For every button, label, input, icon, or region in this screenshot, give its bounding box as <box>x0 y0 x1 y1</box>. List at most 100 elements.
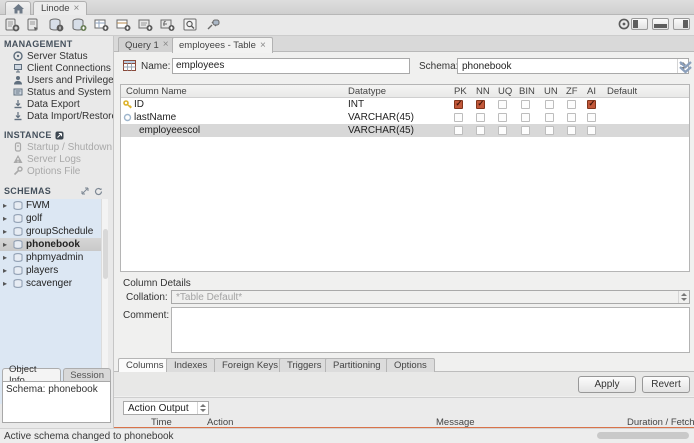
close-icon[interactable]: × <box>260 40 266 51</box>
header-zf[interactable]: ZF <box>566 86 578 97</box>
sidebar-item-users-privileges[interactable]: Users and Privileges <box>0 74 113 86</box>
sidebar-item-data-import[interactable]: Data Import/Restore <box>0 110 113 122</box>
status-indicator <box>618 18 630 30</box>
checkbox-uq[interactable] <box>498 126 507 135</box>
checkbox-un[interactable] <box>545 126 554 135</box>
sidebar-item-options-file[interactable]: Options File <box>0 165 113 177</box>
column-row-id[interactable]: ID INT <box>121 98 689 111</box>
chevron-right-icon[interactable]: ▸ <box>3 279 10 288</box>
checkbox-zf[interactable] <box>567 100 576 109</box>
tab-triggers[interactable]: Triggers <box>279 358 330 372</box>
checkbox-un[interactable] <box>545 113 554 122</box>
checkbox-bin[interactable] <box>521 100 530 109</box>
create-schema-icon[interactable] <box>70 17 89 33</box>
checkbox-nn[interactable] <box>476 99 485 109</box>
checkbox-uq[interactable] <box>498 113 507 122</box>
checkbox-zf[interactable] <box>567 126 576 135</box>
stepper-icon[interactable] <box>678 291 689 303</box>
close-icon[interactable]: × <box>74 3 80 14</box>
sidebar-item-startup-shutdown[interactable]: Startup / Shutdown <box>0 141 113 153</box>
tab-employees-table[interactable]: employees - Table × <box>172 37 273 53</box>
checkbox-bin[interactable] <box>521 113 530 122</box>
stepper-icon[interactable] <box>197 402 208 414</box>
output-view-select[interactable]: Action Output <box>123 401 209 415</box>
checkbox-pk[interactable] <box>454 113 463 122</box>
header-ai[interactable]: AI <box>587 86 596 97</box>
apply-button[interactable]: Apply <box>578 376 636 393</box>
chevron-right-icon[interactable]: ▸ <box>3 227 10 236</box>
open-sql-script-icon[interactable] <box>25 17 44 33</box>
tab-object-info[interactable]: Object Info <box>2 364 62 386</box>
checkbox-uq[interactable] <box>498 100 507 109</box>
schema-item-golf[interactable]: ▸ golf <box>0 212 101 225</box>
schema-item-phpmyadmin[interactable]: ▸ phpmyadmin <box>0 251 101 264</box>
home-tab[interactable] <box>5 1 31 15</box>
tab-query-1[interactable]: Query 1 × <box>118 37 176 52</box>
checkbox-bin[interactable] <box>521 126 530 135</box>
checkbox-zf[interactable] <box>567 113 576 122</box>
chevron-right-icon[interactable]: ▸ <box>3 266 10 275</box>
expand-panel-icon[interactable] <box>81 187 89 195</box>
create-view-icon[interactable] <box>114 17 133 33</box>
header-uq[interactable]: UQ <box>498 86 512 97</box>
create-function-icon[interactable] <box>158 17 177 33</box>
chevron-right-icon[interactable]: ▸ <box>3 214 10 223</box>
sidebar-item-client-connections[interactable]: Client Connections <box>0 62 113 74</box>
collation-select[interactable]: *Table Default* <box>171 290 690 304</box>
schema-item-fwm[interactable]: ▸ FWM <box>0 199 101 212</box>
show-schemas-icon[interactable] <box>47 17 66 33</box>
expand-header-chevrons-icon[interactable] <box>678 59 693 74</box>
checkbox-ai[interactable] <box>587 99 596 109</box>
header-un[interactable]: UN <box>544 86 558 97</box>
checkbox-nn[interactable] <box>476 113 485 122</box>
tab-session[interactable]: Session <box>63 368 111 381</box>
tab-indexes[interactable]: Indexes <box>166 358 216 372</box>
schema-item-scavenger[interactable]: ▸ scavenger <box>0 277 101 290</box>
schema-item-groupschedule[interactable]: ▸ groupSchedule <box>0 225 101 238</box>
checkbox-pk[interactable] <box>454 99 463 109</box>
schema-item-phonebook[interactable]: ▸ phonebook <box>0 238 101 251</box>
header-nn[interactable]: NN <box>476 86 490 97</box>
checkbox-ai[interactable] <box>587 113 596 122</box>
checkbox-ai[interactable] <box>587 126 596 135</box>
close-icon[interactable]: × <box>163 40 169 50</box>
new-query-tab-icon[interactable] <box>3 17 22 33</box>
column-row-lastname[interactable]: lastName VARCHAR(45) <box>121 111 689 124</box>
column-row-employeescol[interactable]: employeescol VARCHAR(45) <box>121 124 689 137</box>
checkbox-nn[interactable] <box>476 126 485 135</box>
sidebar-item-status-system-variables[interactable]: Status and System Variables <box>0 86 113 98</box>
schema-select[interactable]: phonebook <box>457 58 689 74</box>
header-bin[interactable]: BIN <box>519 86 535 97</box>
horizontal-scrollbar[interactable] <box>597 432 689 439</box>
columns-grid: Column Name Datatype PK NN UQ BIN UN ZF … <box>120 84 690 272</box>
create-table-icon[interactable] <box>92 17 111 33</box>
search-data-icon[interactable] <box>181 17 200 33</box>
sidebar-item-server-status[interactable]: Server Status <box>0 50 113 62</box>
toggle-bottom-panel-button[interactable] <box>652 18 669 30</box>
tab-foreign-keys[interactable]: Foreign Keys <box>214 358 286 372</box>
reconnect-dbms-icon[interactable] <box>204 17 223 33</box>
toggle-right-panel-button[interactable] <box>673 18 690 30</box>
header-datatype[interactable]: Datatype <box>348 86 386 97</box>
tab-columns[interactable]: Columns <box>118 358 172 372</box>
sidebar-item-server-logs[interactable]: Server Logs <box>0 153 113 165</box>
chevron-right-icon[interactable]: ▸ <box>3 201 10 210</box>
header-column-name[interactable]: Column Name <box>126 86 187 97</box>
checkbox-un[interactable] <box>545 100 554 109</box>
comment-textarea[interactable] <box>171 307 690 353</box>
sidebar-item-data-export[interactable]: Data Export <box>0 98 113 110</box>
toggle-left-panel-button[interactable] <box>631 18 648 30</box>
chevron-right-icon[interactable]: ▸ <box>3 240 10 249</box>
tab-partitioning[interactable]: Partitioning <box>325 358 389 372</box>
schema-item-players[interactable]: ▸ players <box>0 264 101 277</box>
chevron-right-icon[interactable]: ▸ <box>3 253 10 262</box>
revert-button[interactable]: Revert <box>642 376 690 393</box>
checkbox-pk[interactable] <box>454 126 463 135</box>
header-pk[interactable]: PK <box>454 86 467 97</box>
header-default[interactable]: Default <box>607 86 637 97</box>
tab-options[interactable]: Options <box>386 358 435 372</box>
create-procedure-icon[interactable] <box>136 17 155 33</box>
table-name-input[interactable]: employees <box>172 58 410 74</box>
refresh-icon[interactable] <box>94 187 103 196</box>
connection-tab-linode[interactable]: Linode × <box>33 1 88 15</box>
